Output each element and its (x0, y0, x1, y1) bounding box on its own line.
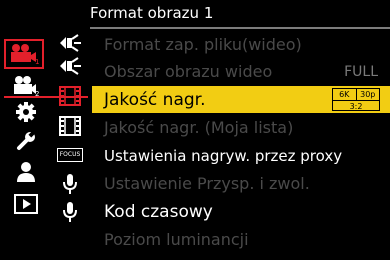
sub-tab-column: FOCUS (52, 30, 88, 256)
sub-tab-movie-area (56, 54, 84, 78)
movie-frame-arrows-icon (60, 57, 81, 75)
page-title: Format obrazu 1 (90, 4, 214, 22)
menu-item-slow-quick[interactable]: Ustawienie Przysp. i zwol. (92, 170, 390, 197)
tab-custom[interactable] (12, 100, 40, 124)
video-camera-icon: 1 (11, 44, 39, 65)
badge-resolution: 6K (339, 90, 350, 99)
tab-playback[interactable] (12, 192, 40, 216)
menu-item-file-format[interactable]: Format zap. pliku(wideo) (92, 31, 390, 58)
menu-item-label: Kod czasowy (104, 201, 213, 222)
tab-column: 1 2 (0, 30, 48, 256)
menu-item-label: Jakość nagr. (Moja lista) (104, 118, 294, 137)
microphone-icon (63, 202, 77, 222)
menu-item-label: Poziom luminancji (104, 230, 249, 249)
playback-icon (14, 194, 38, 214)
menu-item-proxy-settings[interactable]: Ustawienia nagryw. przez proxy (92, 142, 390, 169)
title-divider (90, 27, 390, 29)
menu-item-label: Jakość nagr. (104, 89, 206, 110)
menu-item-image-area[interactable]: Obszar obrazu wideo FULL (92, 58, 390, 85)
wrench-icon (17, 130, 36, 150)
menu-item-label: Obszar obrazu wideo (104, 62, 273, 81)
badge-framerate: 30p (355, 89, 380, 100)
menu-item-value: FULL (344, 63, 378, 80)
sub-tab-audio-1 (56, 172, 84, 196)
sub-tab-movie-format (56, 31, 84, 55)
tab-video-1[interactable]: 1 (4, 39, 44, 69)
gear-icon (16, 102, 36, 122)
badge-aspect-ratio: 3:2 (349, 102, 363, 111)
menu-item-rec-quality-my-list[interactable]: Jakość nagr. (Moja lista) (92, 114, 390, 141)
tab-badge: 1 (35, 58, 39, 65)
tab-video-2[interactable]: 2 (12, 74, 40, 98)
person-icon (17, 162, 35, 182)
menu-item-timecode[interactable]: Kod czasowy (92, 198, 390, 225)
tab-my-menu[interactable] (12, 160, 40, 184)
sub-tab-audio-2 (56, 200, 84, 224)
menu-item-label: Ustawienie Przysp. i zwol. (104, 174, 310, 193)
microphone-icon (63, 174, 77, 194)
video-camera-icon: 2 (14, 76, 39, 97)
rec-quality-badge: 6K 30p 3:2 (332, 88, 380, 111)
menu-item-label: Ustawienia nagryw. przez proxy (104, 146, 343, 165)
sub-tab-focus: FOCUS (56, 143, 84, 167)
menu-item-label: Format zap. pliku(wideo) (104, 35, 302, 54)
menu-item-luminance-level[interactable]: Poziom luminancji (92, 226, 390, 253)
sub-tab-film (56, 114, 84, 138)
film-strip-icon (59, 116, 81, 136)
movie-frame-arrows-icon (60, 34, 81, 52)
focus-icon: FOCUS (56, 148, 84, 162)
menu-item-rec-quality[interactable]: Jakość nagr. 6K 30p 3:2 (92, 86, 390, 113)
active-tab-indicator-line (4, 96, 88, 98)
tab-setup[interactable] (12, 129, 40, 153)
